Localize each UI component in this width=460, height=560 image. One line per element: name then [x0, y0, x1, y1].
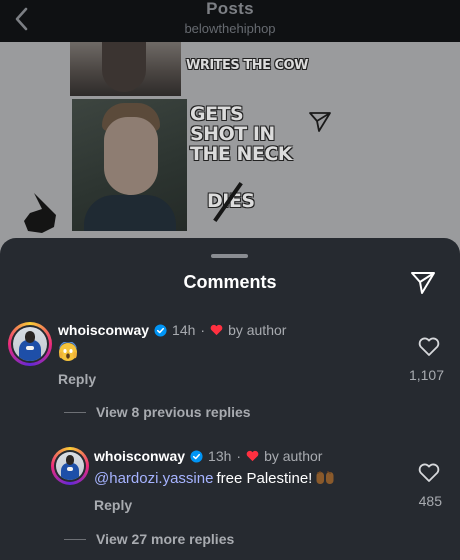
verified-badge-icon [190, 449, 203, 463]
comment-header: whoisconway 13h · by author [94, 448, 322, 464]
liked-by-author-label: by author [228, 322, 287, 338]
comment-time: 13h [208, 448, 232, 464]
meme-image-top [70, 42, 181, 96]
hand-drawing-icon [24, 193, 56, 233]
liked-by-author-label: by author [264, 448, 323, 464]
view-replies-label: View 8 previous replies [96, 404, 251, 420]
comment-time: 14h [172, 322, 196, 338]
like-count: 485 [418, 493, 442, 509]
meme-image-main [72, 99, 187, 231]
post-media[interactable]: WRITES THE COW GETS SHOT IN THE NECK DIE… [0, 42, 460, 257]
avatar-image [13, 327, 47, 361]
page-title: Posts [206, 0, 254, 18]
meme-caption-middle-text: GETS SHOT IN THE NECK [190, 103, 293, 165]
share-paper-plane-icon[interactable] [409, 268, 437, 296]
comment-username[interactable]: whoisconway [94, 448, 185, 464]
avatar-image [56, 452, 84, 480]
view-replies-label: View 27 more replies [96, 531, 235, 547]
heart-icon[interactable] [418, 463, 440, 483]
view-replies-button[interactable]: View 8 previous replies [64, 404, 251, 420]
account-name[interactable]: belowthehiphop [0, 21, 460, 36]
comment-body: free Palestine! [216, 469, 313, 487]
separator-dot: · [200, 322, 206, 338]
comments-sheet: Comments whoisconway 14h · by author Rep… [0, 238, 460, 560]
avatar[interactable] [51, 447, 89, 485]
liked-by-author-heart-icon [210, 324, 223, 336]
replies-divider-line [64, 411, 86, 413]
comment-username[interactable]: whoisconway [58, 322, 149, 338]
comments-title: Comments [183, 272, 277, 292]
raised-hands-emoji-icon [316, 471, 334, 484]
mention-link[interactable]: @hardozi.yassine [94, 470, 213, 487]
scream-emoji-icon [59, 342, 77, 361]
avatar[interactable] [8, 322, 52, 366]
view-more-replies-button[interactable]: View 27 more replies [64, 531, 234, 547]
reply-button[interactable]: Reply [58, 371, 96, 387]
liked-by-author-heart-icon [246, 450, 259, 462]
comment-header: whoisconway 14h · by author [58, 322, 286, 338]
comment-text: @hardozi.yassine free Palestine! [94, 469, 335, 487]
like-count: 1,107 [408, 367, 444, 383]
verified-badge-icon [154, 323, 167, 337]
top-bar: Posts belowthehiphop [0, 0, 460, 42]
meme-caption-middle: GETS SHOT IN THE NECK [190, 104, 300, 164]
reply-button[interactable]: Reply [94, 497, 132, 513]
heart-icon[interactable] [418, 337, 440, 357]
sheet-drag-handle[interactable] [211, 254, 248, 258]
replies-divider-line [64, 538, 86, 540]
separator-dot: · [236, 448, 242, 464]
meme-caption-top: WRITES THE COW [186, 58, 308, 73]
paper-plane-icon[interactable] [307, 108, 333, 134]
